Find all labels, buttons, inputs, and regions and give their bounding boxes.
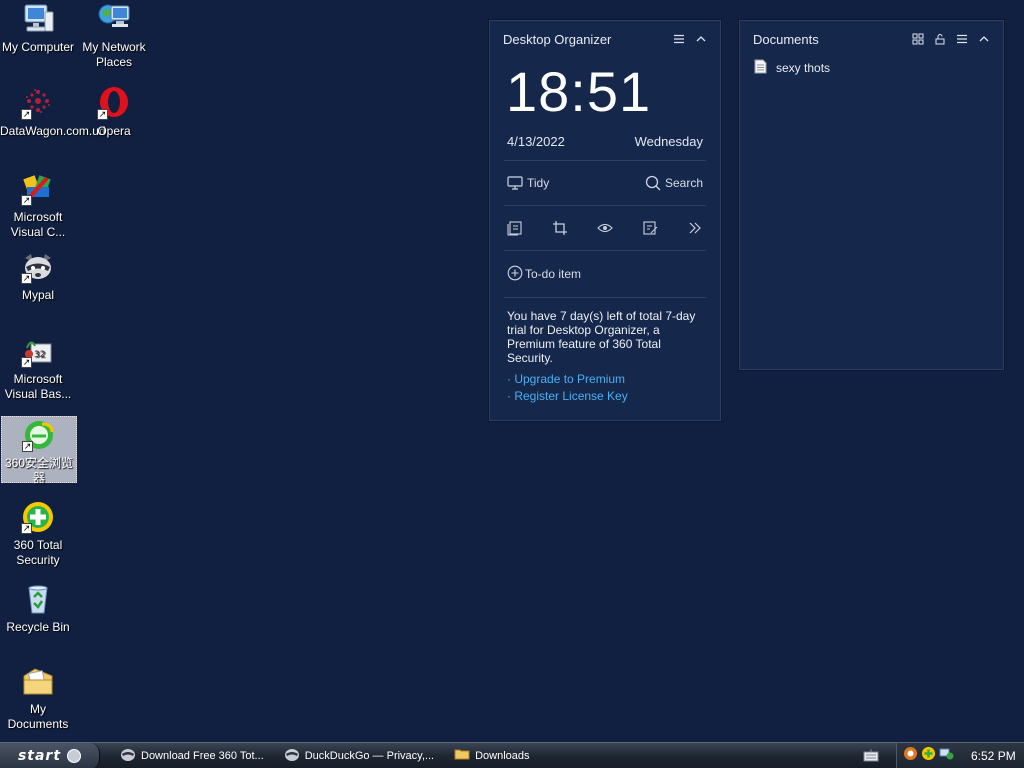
notes-icon[interactable] [507, 220, 523, 236]
icon-label: My Documents [7, 702, 69, 731]
menu-icon[interactable] [673, 33, 685, 45]
desktop-icon-datawagon[interactable]: ↗ DataWagon.com.url [0, 86, 106, 139]
monitor-icon [507, 175, 523, 191]
menu-icon[interactable] [956, 33, 968, 45]
taskbar-button-label: DuckDuckGo — Privacy,... [304, 749, 435, 762]
desktop-icon-recycle-bin[interactable]: Recycle Bin [0, 582, 76, 635]
desktop-icon-360-browser[interactable]: ↗ 360安全浏览器 [1, 416, 77, 485]
desktop-icon-opera[interactable]: ↗ Opera [76, 86, 152, 139]
register-license-link[interactable]: · Register License Key [507, 388, 703, 405]
start-label: start [17, 747, 62, 764]
upgrade-premium-link[interactable]: · Upgrade to Premium [507, 371, 703, 388]
opera-icon: ↗ [97, 86, 131, 120]
search-label: Search [664, 176, 703, 190]
datawagon-icon: ↗ [21, 86, 55, 120]
visual-c-icon: ↗ [21, 172, 55, 206]
taskbar: start Download Free 360 Tot... DuckDuckG… [0, 742, 1024, 768]
keyboard-icon[interactable] [863, 748, 879, 768]
document-item[interactable]: sexy thots [740, 57, 1003, 79]
collapse-icon[interactable] [695, 33, 707, 45]
todo-add-button[interactable]: To-do item [490, 251, 720, 297]
icon-label: 360 Total Security [13, 538, 63, 567]
my-documents-icon [21, 664, 55, 698]
desktop-icon-visual-c[interactable]: ↗ Microsoft Visual C... [0, 172, 76, 240]
crop-icon[interactable] [552, 220, 568, 236]
icon-label: DataWagon.com.url [0, 124, 106, 138]
360-browser-icon: ↗ [22, 418, 56, 452]
documents-panel: Documents sexy thots [739, 20, 1004, 370]
start-button[interactable]: start [0, 742, 100, 768]
search-icon [645, 175, 661, 191]
collapse-icon[interactable] [978, 33, 990, 45]
weekday-text: Wednesday [634, 134, 703, 149]
taskbar-button-label: Downloads [475, 749, 530, 762]
desktop-icon-my-computer[interactable]: My Computer [0, 2, 76, 55]
edit-note-icon[interactable] [642, 220, 658, 236]
desktop-icon-my-documents[interactable]: My Documents [0, 664, 76, 732]
taskbar-button-360-download[interactable]: Download Free 360 Tot... [116, 745, 268, 767]
tool-row [490, 206, 720, 250]
icon-label: Microsoft Visual C... [10, 210, 66, 239]
trial-notice: You have 7 day(s) left of total 7-day tr… [507, 309, 696, 365]
trial-links: · Upgrade to Premium · Register License … [490, 365, 720, 405]
desktop-icon-visual-basic[interactable]: 32 ↗ Microsoft Visual Bas... [0, 334, 76, 402]
date-row: 4/13/2022 Wednesday [490, 134, 720, 149]
360-tray-icon[interactable] [903, 746, 918, 766]
icon-label: Opera [97, 124, 131, 138]
icon-label: 360安全浏览器 [4, 456, 74, 485]
tidy-button[interactable]: Tidy [507, 175, 549, 191]
grid-view-icon[interactable] [912, 33, 924, 45]
taskbar-button-downloads[interactable]: Downloads [450, 745, 533, 767]
start-orb-icon [67, 748, 82, 763]
panel-header: Documents [740, 21, 1003, 57]
document-name: sexy thots [776, 61, 831, 75]
panel-header: Desktop Organizer [490, 21, 720, 57]
360-security-icon: ↗ [21, 500, 55, 534]
folder-icon [454, 746, 470, 765]
svg-text:32: 32 [34, 350, 45, 360]
taskbar-button-duckduckgo[interactable]: DuckDuckGo — Privacy,... [280, 745, 438, 767]
computer-icon [21, 2, 55, 36]
taskbar-button-label: Download Free 360 Tot... [141, 749, 264, 762]
icon-label: My Network Places [82, 40, 146, 69]
system-tray: 6:52 PM [896, 743, 1024, 768]
todo-label: To-do item [525, 267, 582, 281]
360-security-tray-icon[interactable] [921, 746, 936, 766]
mypal-icon [120, 746, 136, 765]
network-icon [97, 2, 131, 36]
mypal-icon: ↗ [21, 250, 55, 284]
mypal-icon [284, 746, 300, 765]
date-text: 4/13/2022 [507, 134, 565, 149]
action-row: Tidy Search [490, 161, 720, 205]
eye-icon[interactable] [597, 220, 613, 236]
icon-label: Mypal [21, 288, 54, 302]
recycle-bin-icon [21, 582, 55, 616]
desktop-organizer-panel: Desktop Organizer 18:51 4/13/2022 Wednes… [489, 20, 721, 421]
panel-title: Documents [753, 31, 819, 47]
unlock-icon[interactable] [934, 33, 946, 45]
icon-label: Microsoft Visual Bas... [4, 372, 72, 401]
clock-time: 18:51 [506, 60, 652, 123]
desktop-icon-network-places[interactable]: My Network Places [76, 2, 152, 70]
desktop-icon-360-total-security[interactable]: ↗ 360 Total Security [0, 500, 76, 568]
icon-label: Recycle Bin [6, 620, 70, 634]
more-icon[interactable] [687, 220, 703, 236]
tidy-label: Tidy [527, 176, 550, 190]
text-file-icon [754, 59, 767, 77]
tray-clock[interactable]: 6:52 PM [971, 749, 1016, 763]
panel-title: Desktop Organizer [503, 31, 612, 47]
desktop-icon-mypal[interactable]: ↗ Mypal [0, 250, 76, 303]
network-tray-icon[interactable] [939, 746, 954, 766]
icon-label: My Computer [1, 40, 75, 54]
visual-basic-icon: 32 ↗ [21, 334, 55, 368]
search-button[interactable]: Search [645, 175, 703, 191]
add-circle-icon [507, 265, 523, 284]
